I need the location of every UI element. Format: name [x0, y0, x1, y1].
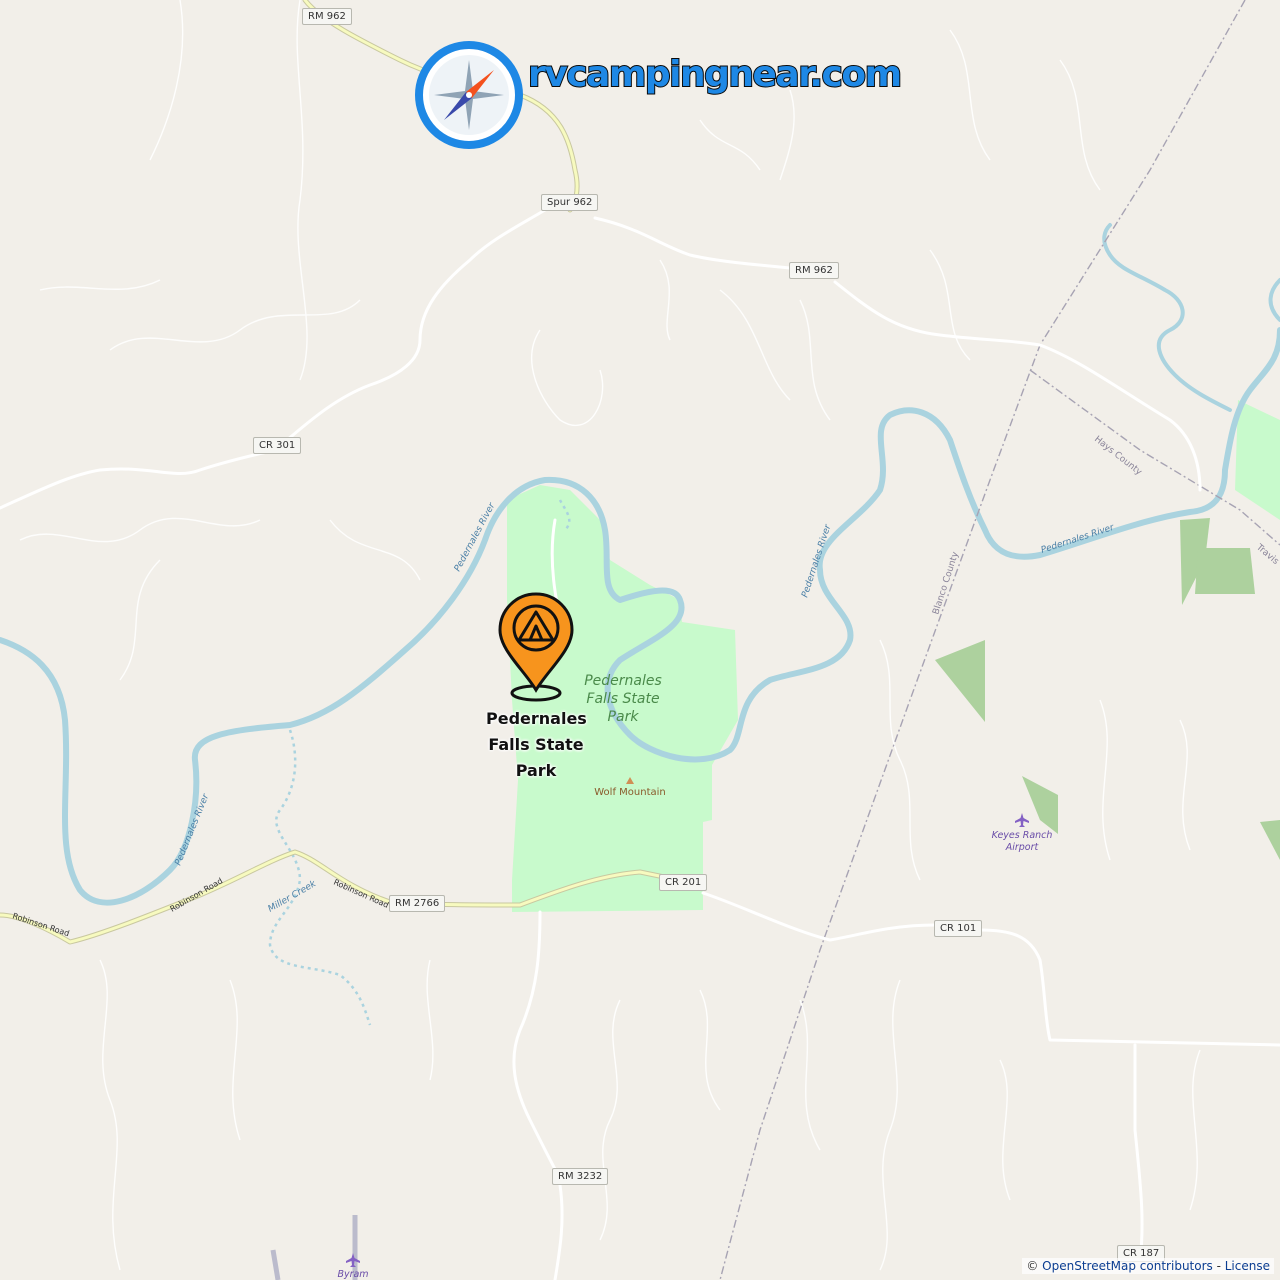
park-label-line2: Falls State — [586, 691, 659, 707]
road-shield-rm962-mid: RM 962 — [789, 262, 839, 279]
road-shield-cr301: CR 301 — [253, 437, 302, 454]
osm-link[interactable]: OpenStreetMap contributors — [1042, 1259, 1213, 1273]
compass-icon — [415, 41, 523, 149]
license-link[interactable]: License — [1225, 1259, 1270, 1273]
road-shield-cr201: CR 201 — [659, 874, 708, 891]
attribution-separator: - — [1212, 1259, 1225, 1273]
keyes-airport-label-1: Keyes Ranch — [992, 830, 1053, 841]
road-shield-rm2766: RM 2766 — [389, 895, 446, 912]
road-shield-spur962: Spur 962 — [541, 194, 599, 211]
wood-area-4 — [1195, 548, 1255, 594]
road-shield-rm3232: RM 3232 — [552, 1168, 609, 1185]
park-label-line3: Park — [608, 709, 640, 725]
byram-label: Byram — [337, 1269, 368, 1280]
location-pin-label[interactable]: Pedernales Falls State Park — [486, 706, 587, 784]
road-shield-rm962-top: RM 962 — [302, 8, 352, 25]
map-attribution: © OpenStreetMap contributors - License — [1022, 1258, 1274, 1274]
keyes-airport-label-2: Airport — [1005, 842, 1040, 853]
park-label-line1: Pedernales — [584, 673, 662, 689]
road-shield-cr101: CR 101 — [934, 920, 983, 937]
map-canvas[interactable]: Pedernales Falls State Park Wolf Mountai… — [0, 0, 1280, 1280]
brand-name: rvcampingnear.com — [527, 53, 903, 96]
copyright-symbol: © — [1026, 1259, 1043, 1273]
location-pin-icon[interactable] — [494, 590, 578, 706]
brand-logo[interactable]: rvcampingnear.com — [414, 40, 903, 152]
wolf-mountain-label: Wolf Mountain — [594, 787, 665, 798]
